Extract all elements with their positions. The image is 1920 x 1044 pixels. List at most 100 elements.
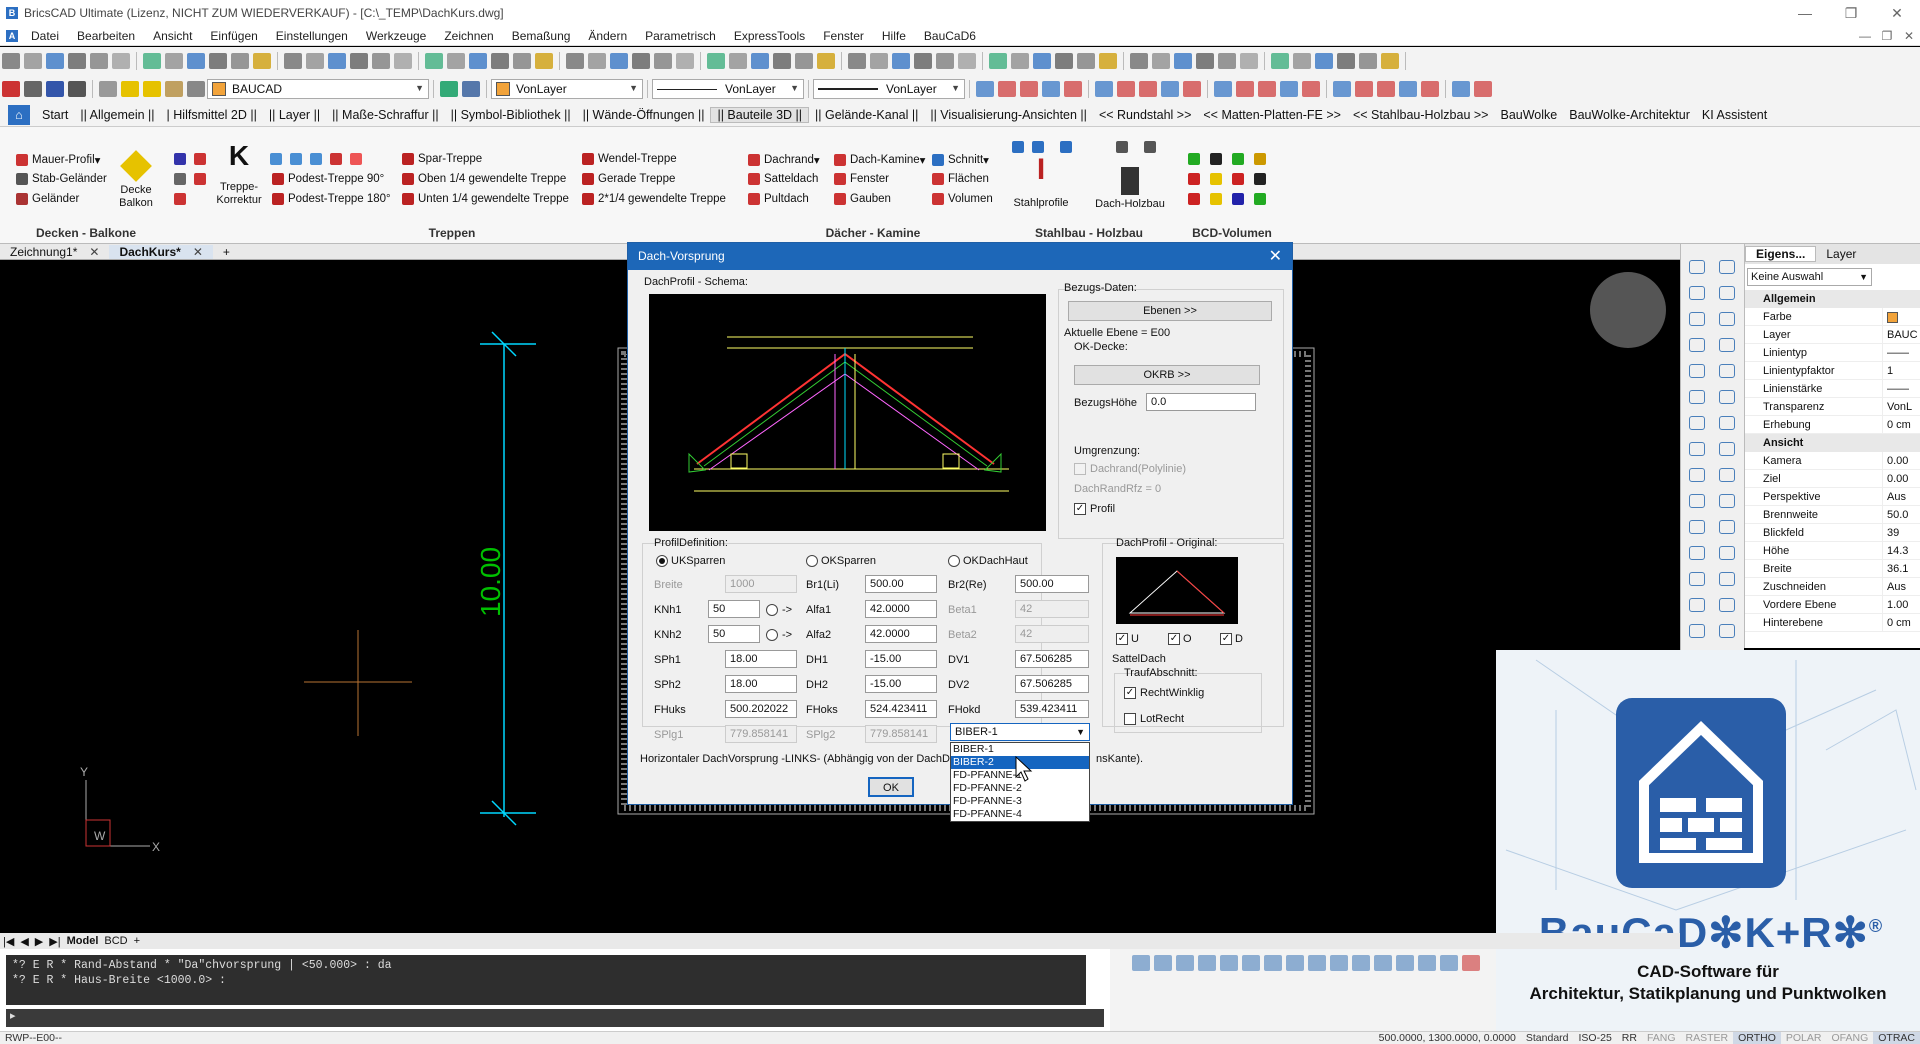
doc-tab-zeichnung1[interactable]: Zeichnung1* ✕ — [0, 245, 109, 259]
snap-tool-icon[interactable] — [1399, 81, 1417, 97]
toolbar-tool-icon[interactable] — [751, 53, 769, 69]
property-value[interactable]: 0 cm — [1883, 416, 1911, 433]
property-value[interactable] — [1883, 308, 1898, 325]
side-tool-icon[interactable] — [1689, 312, 1705, 326]
property-row[interactable]: Blickfeld 39 — [1745, 524, 1920, 542]
side-tool-icon[interactable] — [1689, 260, 1705, 274]
stahl-tool-5-icon[interactable] — [1144, 141, 1160, 153]
beta1-input[interactable]: 42 — [1015, 600, 1089, 618]
vol-12-icon[interactable] — [1254, 193, 1270, 205]
stahl-tool-1-icon[interactable] — [1012, 141, 1028, 153]
prev-layout-button[interactable]: ◀ — [17, 935, 31, 948]
knh2-input[interactable]: 50 — [708, 625, 760, 643]
toolbar-tool-icon[interactable] — [306, 53, 324, 69]
snap-tool-icon[interactable] — [1452, 81, 1470, 97]
toolbar-tool-icon[interactable] — [566, 53, 584, 69]
toolbar-tool-icon[interactable] — [1218, 53, 1236, 69]
linetype-combo[interactable]: VonLayer ▼ — [652, 79, 804, 99]
menu-aendern[interactable]: Ändern — [579, 29, 636, 43]
layer-states-icon[interactable] — [46, 81, 64, 97]
dv2-input[interactable]: 67.506285 — [1015, 675, 1089, 693]
gerade-treppe-button[interactable]: Gerade Treppe — [582, 173, 675, 185]
side-tool-icon[interactable] — [1719, 286, 1735, 300]
property-section[interactable]: Ansicht — [1745, 434, 1920, 452]
color-combo[interactable]: VonLayer ▼ — [491, 79, 643, 99]
schnitt-button[interactable]: Schnitt ▾ — [932, 153, 989, 167]
snap-tool-icon[interactable] — [1042, 81, 1060, 97]
property-row[interactable]: Linientyp —— — [1745, 344, 1920, 362]
ok-button[interactable]: OK — [868, 777, 914, 797]
dv1-input[interactable]: 67.506285 — [1015, 650, 1089, 668]
toolbar-tool-icon[interactable] — [1033, 53, 1051, 69]
zwei-viertel-treppe-button[interactable]: 2*1/4 gewendelte Treppe — [582, 193, 726, 205]
tab-hilfsmittel[interactable]: | Hilfsmittel 2D || — [161, 108, 263, 122]
snap-tool-icon[interactable] — [1161, 81, 1179, 97]
okrb-button[interactable]: OKRB >> — [1074, 365, 1260, 385]
property-row[interactable]: Brennweite 50.0 — [1745, 506, 1920, 524]
toolbar-tool-icon[interactable] — [231, 53, 249, 69]
menu-einfuegen[interactable]: Einfügen — [201, 29, 266, 43]
toolbar-tool-icon[interactable] — [870, 53, 888, 69]
new-tab-button[interactable]: + — [213, 245, 240, 259]
menu-zeichnen[interactable]: Zeichnen — [435, 29, 502, 43]
side-tool-icon[interactable] — [1719, 546, 1735, 560]
layer-combo[interactable]: BAUCAD ▼ — [207, 79, 429, 99]
side-tool-icon[interactable] — [1689, 598, 1705, 612]
property-value[interactable]: 1 — [1883, 362, 1893, 379]
tab-bauwolke[interactable]: BauWolke — [1494, 108, 1563, 122]
property-value[interactable]: Aus — [1883, 488, 1906, 505]
side-tool-icon[interactable] — [1719, 260, 1735, 274]
snap-tool-icon[interactable] — [1020, 81, 1038, 97]
knh2-radio[interactable] — [766, 629, 778, 641]
property-row[interactable]: Hinterebene 0 cm — [1745, 614, 1920, 632]
toolbar-tool-icon[interactable] — [1381, 53, 1399, 69]
toolbar-tool-icon[interactable] — [1174, 53, 1192, 69]
property-value[interactable]: 0.00 — [1883, 452, 1908, 469]
next-layout-button[interactable]: ▶ — [32, 935, 46, 948]
gelaender-button[interactable]: Geländer — [16, 193, 79, 205]
toolbar-tool-icon[interactable] — [535, 53, 553, 69]
dachhaut-dropdown[interactable]: BIBER-1 ▼ — [950, 723, 1090, 741]
navigation-wheel[interactable] — [1590, 272, 1666, 348]
flaechen-button[interactable]: Flächen — [932, 173, 989, 185]
status-standard[interactable]: Standard — [1521, 1032, 1574, 1044]
property-row[interactable]: Ziel 0.00 — [1745, 470, 1920, 488]
side-tool-icon[interactable] — [1719, 572, 1735, 586]
bottom-tool-icon[interactable] — [1462, 955, 1480, 971]
toolbar-tool-icon[interactable] — [24, 53, 42, 69]
property-row[interactable]: Transparenz VonL — [1745, 398, 1920, 416]
side-tool-icon[interactable] — [1689, 286, 1705, 300]
doc-tab-dachkurs[interactable]: DachKurs* ✕ — [109, 244, 213, 259]
snap-tool-icon[interactable] — [976, 81, 994, 97]
property-row[interactable]: Farbe — [1745, 308, 1920, 326]
toolbar-tool-icon[interactable] — [1271, 53, 1289, 69]
sph2-input[interactable]: 18.00 — [725, 675, 797, 693]
vol-1-icon[interactable] — [1188, 153, 1204, 165]
status-ortho[interactable]: ORTHO — [1733, 1032, 1781, 1044]
dropdown-option[interactable]: FD-PFANNE-3 — [951, 795, 1089, 808]
doc-minimize-button[interactable]: — — [1854, 29, 1876, 43]
snap-tool-icon[interactable] — [1474, 81, 1492, 97]
bottom-tool-icon[interactable] — [1176, 955, 1194, 971]
breite-input[interactable]: 1000 — [725, 575, 797, 593]
tab-bauwolke-arch[interactable]: BauWolke-Architektur — [1563, 108, 1696, 122]
side-tool-icon[interactable] — [1719, 312, 1735, 326]
toolbar-tool-icon[interactable] — [1359, 53, 1377, 69]
fhoks-input[interactable]: 524.423411 — [865, 700, 937, 718]
property-value[interactable]: —— — [1883, 380, 1909, 397]
toolbar-tool-icon[interactable] — [447, 53, 465, 69]
tool-c-icon[interactable] — [174, 173, 190, 185]
toolbar-tool-icon[interactable] — [1196, 53, 1214, 69]
dachrand-button[interactable]: Dachrand ▾ — [748, 153, 820, 167]
dach-holzbau-button[interactable]: Dach-Holzbau — [1090, 167, 1170, 211]
toolbar-tool-icon[interactable] — [284, 53, 302, 69]
toolbar-tool-icon[interactable] — [914, 53, 932, 69]
last-layout-button[interactable]: ▶| — [46, 935, 63, 948]
toolbar-tool-icon[interactable] — [469, 53, 487, 69]
toolbar-tool-icon[interactable] — [817, 53, 835, 69]
toolbar-tool-icon[interactable] — [46, 53, 64, 69]
toolbar-tool-icon[interactable] — [892, 53, 910, 69]
tab-matten[interactable]: << Matten-Platten-FE >> — [1197, 108, 1347, 122]
treppe-korrektur-button[interactable]: K Treppe-Korrektur — [214, 142, 264, 207]
status-iso25[interactable]: ISO-25 — [1574, 1032, 1617, 1044]
